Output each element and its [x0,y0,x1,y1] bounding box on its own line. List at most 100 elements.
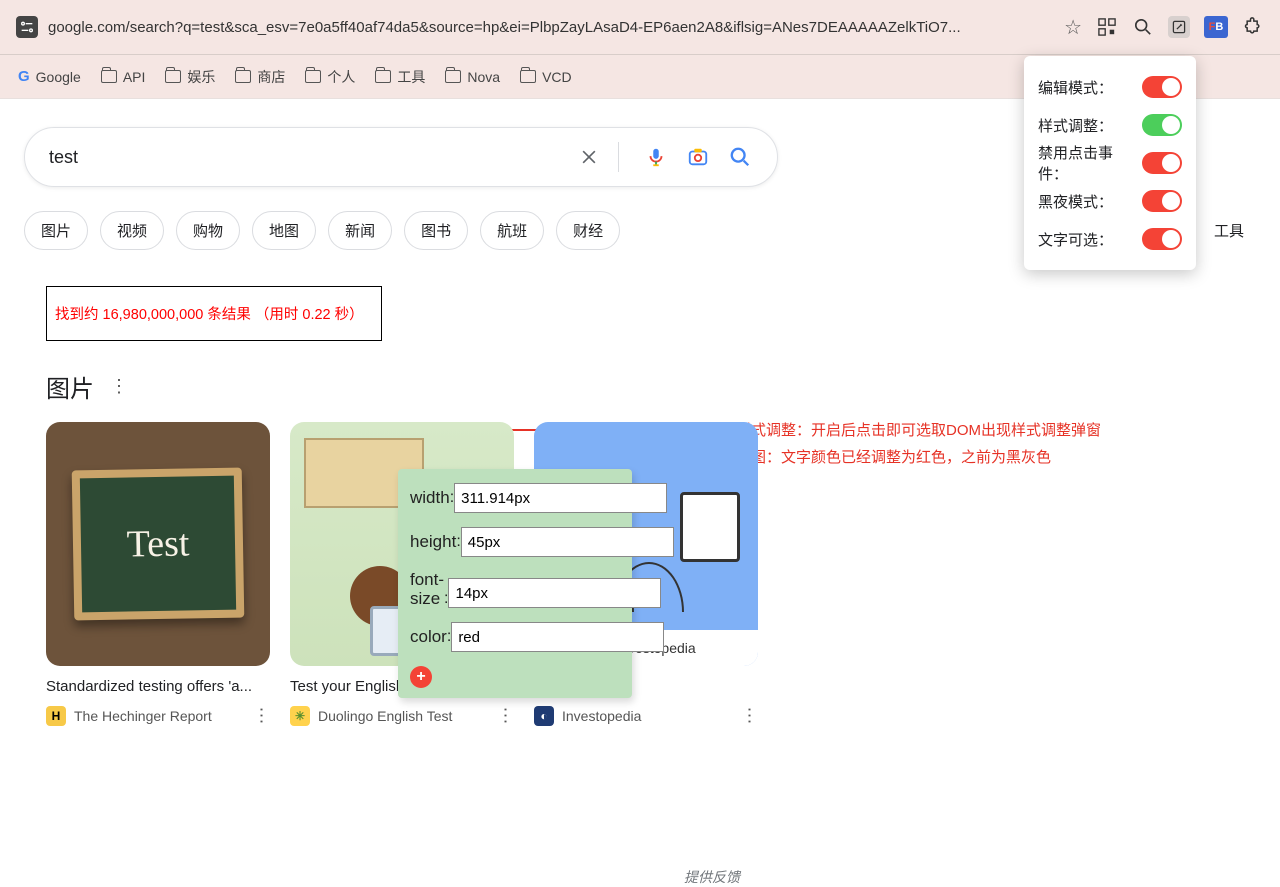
image-search-icon[interactable] [685,144,711,170]
bookmark-label: 娱乐 [187,67,215,87]
bookmark-label: VCD [542,69,572,85]
toggle-label: 文字可选： [1038,229,1113,250]
source-name: Investopedia [562,708,641,724]
style-prop-label: color [410,627,447,647]
bookmark-label: API [123,69,146,85]
translate-extension-icon[interactable]: FB [1204,16,1228,38]
annotation-line: 样式调整：开启后点击即可选取DOM出现样式调整弹窗 [736,417,1101,444]
style-prop-label: font-size [410,571,444,608]
toggle-label: 样式调整： [1038,115,1113,136]
toggle-switch[interactable] [1142,114,1182,136]
clear-icon[interactable] [576,144,602,170]
browser-address-bar: google.com/search?q=test&sca_esv=7e0a5ff… [0,0,1280,55]
toggle-switch[interactable] [1142,228,1182,250]
bookmark-folder[interactable]: 娱乐 [165,67,215,87]
search-icon[interactable] [727,144,753,170]
edit-extension-icon[interactable] [1168,16,1190,38]
bookmark-star-icon[interactable]: ☆ [1064,15,1082,40]
style-value-input[interactable] [454,483,667,513]
bookmark-folder[interactable]: VCD [520,69,572,85]
source-favicon-icon: H [46,706,66,726]
card-menu-icon[interactable]: ⋯ [251,707,272,725]
chip-videos[interactable]: 视频 [100,211,164,250]
style-prop-label: height [410,532,456,552]
bookmark-google[interactable]: G Google [18,68,81,85]
folder-icon [305,70,321,83]
toggle-switch[interactable] [1142,190,1182,212]
google-favicon-icon: G [18,68,30,85]
source-favicon-icon: ✳ [290,706,310,726]
style-adjust-panel[interactable]: width : height : font-size : color : + [398,469,632,698]
style-value-input[interactable] [461,527,674,557]
card-title: Standardized testing offers 'a... [46,678,270,695]
bookmark-folder[interactable]: API [101,69,146,85]
toggle-label: 禁用点击事件： [1038,142,1142,184]
toggle-label: 黑夜模式： [1038,191,1113,212]
toggle-row-disable-click: 禁用点击事件： [1038,144,1182,182]
folder-icon [445,70,461,83]
toggle-switch[interactable] [1142,152,1182,174]
folder-icon [375,70,391,83]
extensions-puzzle-icon[interactable] [1242,16,1264,38]
add-style-button[interactable]: + [410,666,432,688]
source-name: The Hechinger Report [74,708,212,724]
toggle-label: 编辑模式： [1038,77,1113,98]
annotation-line: 如图：文字颜色已经调整为红色，之前为黑灰色 [736,444,1101,471]
folder-icon [520,70,536,83]
source-name: Duolingo English Test [318,708,452,724]
annotation-text: 样式调整：开启后点击即可选取DOM出现样式调整弹窗 如图：文字颜色已经调整为红色… [736,417,1101,471]
toggle-row-dark-mode: 黑夜模式： [1038,182,1182,220]
chip-images[interactable]: 图片 [24,211,88,250]
bookmark-folder[interactable]: 商店 [235,67,285,87]
images-section-header: 图片 ⋮ [46,369,1280,404]
style-prop-label: width [410,488,450,508]
separator [618,142,619,172]
bookmark-folder[interactable]: 个人 [305,67,355,87]
toggle-row-text-selectable: 文字可选： [1038,220,1182,258]
voice-search-icon[interactable] [643,144,669,170]
chip-flights[interactable]: 航班 [480,211,544,250]
folder-icon [165,70,181,83]
url-text[interactable]: google.com/search?q=test&sca_esv=7e0a5ff… [48,19,1054,36]
chip-maps[interactable]: 地图 [252,211,316,250]
feedback-link[interactable]: 提供反馈 [684,867,740,887]
style-row: height : [410,527,620,557]
card-menu-icon[interactable]: ⋯ [739,707,760,725]
style-value-input[interactable] [448,578,661,608]
card-source: ◐ Investopedia ⋯ [534,705,758,726]
more-menu-icon[interactable]: ⋮ [110,376,130,397]
tools-link[interactable]: 工具 [1214,220,1244,241]
chalk-text: Test [126,521,190,566]
folder-icon [235,70,251,83]
chip-books[interactable]: 图书 [404,211,468,250]
image-thumbnail[interactable]: Test [46,422,270,666]
toggle-row-edit-mode: 编辑模式： [1038,68,1182,106]
extension-settings-popover: 编辑模式： 样式调整： 禁用点击事件： 黑夜模式： 文字可选： [1024,56,1196,270]
qr-extension-icon[interactable] [1096,16,1118,38]
card-source: H The Hechinger Report ⋯ [46,705,270,726]
chip-news[interactable]: 新闻 [328,211,392,250]
source-favicon-icon: ◐ [534,706,554,726]
bookmark-label: 个人 [327,67,355,87]
bookmark-folder[interactable]: Nova [445,69,500,85]
chip-finance[interactable]: 财经 [556,211,620,250]
toggle-row-style-adjust: 样式调整： [1038,106,1182,144]
site-settings-icon[interactable] [16,16,38,38]
folder-icon [101,70,117,83]
search-box[interactable] [24,127,778,187]
chip-shopping[interactable]: 购物 [176,211,240,250]
bookmark-label: Google [36,69,81,85]
search-input[interactable] [49,147,560,168]
card-menu-icon[interactable]: ⋯ [495,707,516,725]
style-row: font-size : [410,571,620,608]
style-value-input[interactable] [451,622,664,652]
style-row: width : [410,483,620,513]
image-result-card[interactable]: Test Standardized testing offers 'a... H… [46,422,270,726]
bookmark-label: 商店 [257,67,285,87]
toggle-switch[interactable] [1142,76,1182,98]
result-stats-selected[interactable]: 找到约 16,980,000,000 条结果 （用时 0.22 秒） [46,286,382,341]
bookmark-folder[interactable]: 工具 [375,67,425,87]
style-row: color : [410,622,620,652]
zoom-extension-icon[interactable] [1132,16,1154,38]
bookmark-label: 工具 [397,67,425,87]
